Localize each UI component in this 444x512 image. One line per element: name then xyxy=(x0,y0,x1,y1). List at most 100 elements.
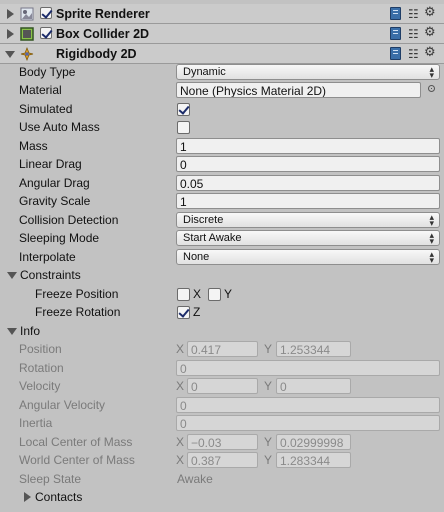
world-com-x-value: 0.387 xyxy=(191,454,222,468)
freeze-rotation-z-checkbox[interactable] xyxy=(177,306,190,319)
sleep-state-label: Sleep State xyxy=(19,472,82,486)
linear-drag-row: Linear Drag 0 xyxy=(0,155,444,173)
sleeping-mode-dropdown[interactable]: Start Awake ▴ ▾ xyxy=(176,230,440,246)
body-type-value: Dynamic xyxy=(183,66,226,78)
angular-drag-field[interactable]: 0.05 xyxy=(176,175,440,191)
simulated-label: Simulated xyxy=(19,102,73,116)
use-auto-mass-label: Use Auto Mass xyxy=(19,120,100,134)
simulated-row: Simulated xyxy=(0,100,444,118)
presets-sliders-icon[interactable]: ☷ xyxy=(408,8,419,20)
use-auto-mass-checkbox[interactable] xyxy=(177,121,190,134)
local-com-y-value: 0.02999998 xyxy=(280,436,344,450)
velocity-y-label: Y xyxy=(264,379,273,393)
info-expand-icon[interactable] xyxy=(7,328,17,335)
contacts-label: Contacts xyxy=(35,490,83,504)
rigidbody-icon xyxy=(20,47,34,61)
constraints-foldout[interactable]: Constraints xyxy=(0,266,444,284)
box-collider-enabled-checkbox[interactable] xyxy=(40,27,53,39)
info-label: Info xyxy=(20,324,41,338)
world-com-y-label: Y xyxy=(264,453,273,467)
local-com-x-field: −0.03 xyxy=(187,434,258,450)
angular-drag-row: Angular Drag 0.05 xyxy=(0,174,444,192)
box-collider-header-icons: ☷ ⚙ xyxy=(390,26,440,41)
position-label: Position xyxy=(19,342,62,356)
rotation-row: Rotation 0 xyxy=(0,359,444,377)
world-com-y-value: 1.283344 xyxy=(280,454,331,468)
contacts-foldout[interactable]: Contacts xyxy=(0,488,444,506)
angular-velocity-value: 0 xyxy=(180,399,187,413)
sprite-renderer-header[interactable]: Sprite Renderer ☷ ⚙ xyxy=(0,4,444,24)
interpolate-label: Interpolate xyxy=(19,250,76,264)
sleeping-mode-row: Sleeping Mode Start Awake ▴ ▾ xyxy=(0,229,444,247)
mass-row: Mass 1 xyxy=(0,137,444,155)
velocity-x-field: 0 xyxy=(187,378,258,394)
material-field[interactable]: None (Physics Material 2D) xyxy=(176,82,421,98)
info-foldout[interactable]: Info xyxy=(0,322,444,340)
interpolate-value: None xyxy=(183,251,210,263)
velocity-x-label: X xyxy=(176,379,185,393)
sleeping-mode-value: Start Awake xyxy=(183,232,242,244)
position-y-label: Y xyxy=(264,342,273,356)
settings-gear-icon[interactable]: ⚙ xyxy=(424,6,436,20)
box-collider-header[interactable]: Box Collider 2D ☷ ⚙ xyxy=(0,24,444,44)
sprite-renderer-header-icons: ☷ ⚙ xyxy=(390,6,440,21)
gravity-scale-value: 1 xyxy=(180,195,187,209)
world-com-x-label: X xyxy=(176,453,185,467)
body-type-dropdown[interactable]: Dynamic ▴ ▾ xyxy=(176,64,440,80)
freeze-position-row: Freeze Position X Y xyxy=(0,285,444,303)
material-value: None (Physics Material 2D) xyxy=(180,84,327,98)
collision-detection-label: Collision Detection xyxy=(19,213,119,227)
freeze-position-x-checkbox[interactable] xyxy=(177,288,190,301)
object-picker-icon[interactable] xyxy=(428,85,435,92)
rigidbody-title: Rigidbody 2D xyxy=(56,47,137,61)
settings-gear-icon[interactable]: ⚙ xyxy=(424,26,436,40)
rigidbody-foldout-icon[interactable] xyxy=(5,51,15,58)
sprite-renderer-foldout-icon[interactable] xyxy=(7,9,14,19)
mass-field[interactable]: 1 xyxy=(176,138,440,154)
angular-velocity-label: Angular Velocity xyxy=(19,398,106,412)
freeze-position-y-checkbox[interactable] xyxy=(208,288,221,301)
collision-detection-dropdown[interactable]: Discrete ▴ ▾ xyxy=(176,212,440,228)
interpolate-dropdown[interactable]: None ▴ ▾ xyxy=(176,249,440,265)
dropdown-arrows-icon: ▴ ▾ xyxy=(429,212,434,228)
sprite-renderer-enabled-checkbox[interactable] xyxy=(40,7,53,19)
box-collider-title: Box Collider 2D xyxy=(56,27,150,41)
mass-label: Mass xyxy=(19,139,48,153)
sprite-renderer-title: Sprite Renderer xyxy=(56,7,150,21)
settings-gear-icon[interactable]: ⚙ xyxy=(424,46,436,60)
rotation-field: 0 xyxy=(176,360,440,376)
linear-drag-field[interactable]: 0 xyxy=(176,156,440,172)
mass-value: 1 xyxy=(180,140,187,154)
simulated-checkbox[interactable] xyxy=(177,103,190,116)
help-book-icon[interactable] xyxy=(390,27,401,40)
gravity-scale-field[interactable]: 1 xyxy=(176,193,440,209)
freeze-position-y-label: Y xyxy=(224,287,233,301)
world-center-of-mass-label: World Center of Mass xyxy=(19,453,135,467)
presets-sliders-icon[interactable]: ☷ xyxy=(408,28,419,40)
inertia-value: 0 xyxy=(180,417,187,431)
interpolate-row: Interpolate None ▴ ▾ xyxy=(0,248,444,266)
velocity-y-value: 0 xyxy=(280,380,287,394)
body-type-label: Body Type xyxy=(19,65,76,79)
local-center-of-mass-label: Local Center of Mass xyxy=(19,435,133,449)
material-label: Material xyxy=(19,83,62,97)
angular-velocity-field: 0 xyxy=(176,397,440,413)
collision-detection-value: Discrete xyxy=(183,214,224,226)
constraints-expand-icon[interactable] xyxy=(7,272,17,279)
velocity-y-field: 0 xyxy=(276,378,351,394)
contacts-expand-icon[interactable] xyxy=(24,492,31,502)
position-x-label: X xyxy=(176,342,185,356)
use-auto-mass-row: Use Auto Mass xyxy=(0,118,444,136)
presets-sliders-icon[interactable]: ☷ xyxy=(408,48,419,60)
freeze-rotation-row: Freeze Rotation Z xyxy=(0,303,444,321)
rigidbody-header[interactable]: Rigidbody 2D ☷ ⚙ xyxy=(0,44,444,64)
sleep-state-value: Awake xyxy=(177,472,213,486)
help-book-icon[interactable] xyxy=(390,47,401,60)
help-book-icon[interactable] xyxy=(390,7,401,20)
box-collider-foldout-icon[interactable] xyxy=(7,29,14,39)
local-com-x-value: −0.03 xyxy=(191,436,222,450)
world-center-of-mass-row: World Center of Mass X 0.387 Y 1.283344 xyxy=(0,451,444,469)
gravity-scale-row: Gravity Scale 1 xyxy=(0,192,444,210)
linear-drag-value: 0 xyxy=(180,158,187,172)
position-y-field: 1.253344 xyxy=(276,341,351,357)
